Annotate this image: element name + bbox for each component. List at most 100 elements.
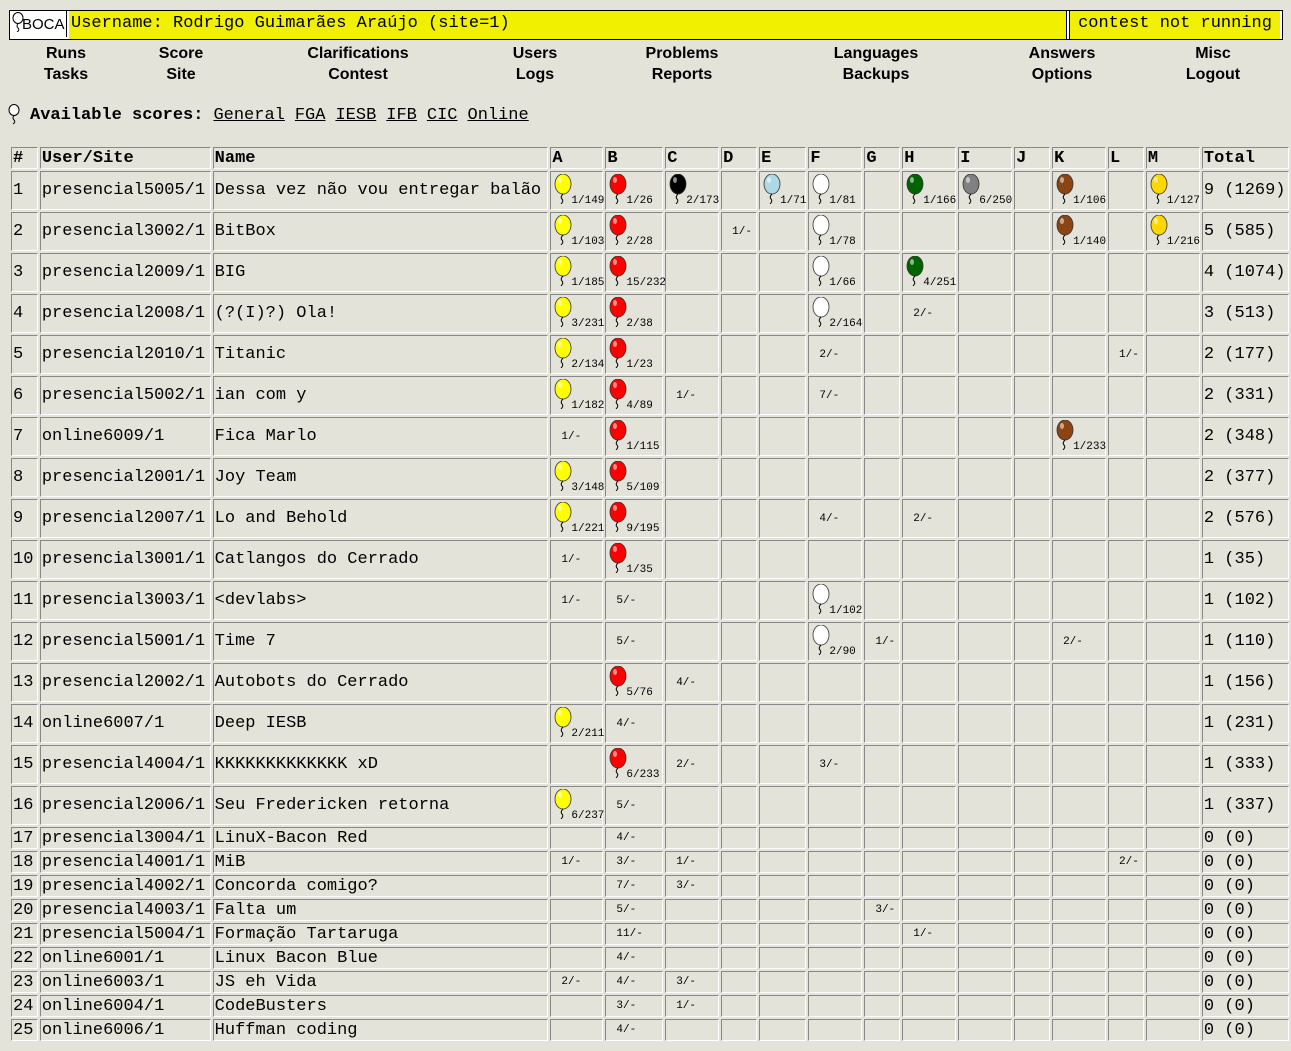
problem-score: 1/35 bbox=[626, 564, 653, 576]
problem-cell-g bbox=[864, 995, 901, 1017]
problem-cell-l bbox=[1108, 171, 1144, 210]
problem-cell-f: 1/102 bbox=[808, 581, 862, 620]
problem-cell-m bbox=[1145, 851, 1200, 873]
problem-score: 2/- bbox=[561, 976, 582, 988]
col-header-c[interactable]: C bbox=[665, 147, 720, 169]
menu-link-options[interactable]: Options bbox=[992, 64, 1132, 85]
total-cell: 1 (337) bbox=[1201, 786, 1289, 825]
user-site-cell: online6001/1 bbox=[39, 947, 211, 969]
user-site-cell: presencial4002/1 bbox=[39, 875, 211, 897]
problem-score: 15/232 bbox=[626, 277, 667, 289]
menu-link-backups[interactable]: Backups bbox=[806, 64, 946, 85]
problem-cell-a bbox=[550, 875, 604, 897]
balloon-icon bbox=[906, 256, 924, 286]
problem-score: 4/- bbox=[616, 976, 637, 988]
balloon-icon bbox=[554, 256, 572, 286]
available-scores: Available scores: General FGA IESB IFB CIC On… bbox=[8, 104, 529, 126]
col-header-e[interactable]: E bbox=[759, 147, 807, 169]
top-bar: BOCA Username: Rodrigo Guimarães Araújo … bbox=[9, 10, 1283, 40]
problem-cell-m bbox=[1145, 971, 1200, 993]
col-header-total[interactable]: Total bbox=[1201, 147, 1289, 169]
problem-cell-e bbox=[759, 923, 807, 945]
contest-status: contest not running bbox=[1069, 11, 1280, 39]
problem-cell-i bbox=[958, 995, 1013, 1017]
problem-cell-l bbox=[1108, 458, 1144, 497]
problem-cell-c bbox=[665, 253, 720, 292]
boca-logo[interactable]: BOCA bbox=[10, 11, 67, 37]
menu-link-contest[interactable]: Contest bbox=[288, 64, 428, 85]
problem-score: 1/23 bbox=[626, 359, 653, 371]
score-link-iesb[interactable]: IESB bbox=[335, 106, 376, 125]
menu-link-score[interactable]: Score bbox=[111, 43, 251, 64]
menu-link-problems[interactable]: Problems bbox=[612, 43, 752, 64]
menu-link-logs[interactable]: Logs bbox=[465, 64, 605, 85]
team-name-cell: <devlabs> bbox=[212, 581, 549, 620]
total-cell: 0 (0) bbox=[1201, 827, 1289, 849]
menu-link-answers[interactable]: Answers bbox=[992, 43, 1132, 64]
total-cell: 2 (348) bbox=[1201, 417, 1289, 456]
problem-score: 5/- bbox=[616, 799, 637, 812]
user-site-cell: presencial5004/1 bbox=[39, 923, 211, 945]
problem-cell-h: 2/- bbox=[902, 499, 957, 538]
problem-cell-j bbox=[1014, 745, 1051, 784]
menu-link-reports[interactable]: Reports bbox=[612, 64, 752, 85]
problem-score: 2/- bbox=[676, 758, 697, 771]
problem-cell-a: 1/185 bbox=[550, 253, 605, 292]
menu-link-languages[interactable]: Languages bbox=[806, 43, 946, 64]
menu-link-logout[interactable]: Logout bbox=[1143, 64, 1283, 85]
col-header-j[interactable]: J bbox=[1014, 147, 1051, 169]
col-header-g[interactable]: G bbox=[864, 147, 901, 169]
balloon-icon bbox=[554, 338, 572, 368]
problem-cell-e bbox=[759, 499, 807, 538]
problem-score: 1/185 bbox=[571, 277, 605, 289]
col-header-name[interactable]: Name bbox=[212, 147, 549, 169]
menu-link-misc[interactable]: Misc bbox=[1143, 43, 1283, 64]
col-header-l[interactable]: L bbox=[1108, 147, 1144, 169]
col-header-m[interactable]: M bbox=[1145, 147, 1200, 169]
problem-cell-g: 3/- bbox=[864, 899, 901, 921]
problem-cell-l bbox=[1108, 827, 1144, 849]
col-header-d[interactable]: D bbox=[721, 147, 758, 169]
score-link-ifb[interactable]: IFB bbox=[386, 106, 417, 125]
menu-link-clarifications[interactable]: Clarifications bbox=[288, 43, 428, 64]
problem-cell-m bbox=[1145, 540, 1200, 579]
col-header-b[interactable]: B bbox=[605, 147, 664, 169]
problem-cell-h bbox=[902, 458, 957, 497]
menu-link-users[interactable]: Users bbox=[465, 43, 605, 64]
menu-link-site[interactable]: Site bbox=[111, 64, 251, 85]
menu-column: Problems Reports bbox=[612, 43, 752, 85]
col-header-k[interactable]: K bbox=[1052, 147, 1107, 169]
col-header-f[interactable]: F bbox=[808, 147, 863, 169]
problem-score: 2/- bbox=[913, 307, 934, 320]
problem-cell-k bbox=[1052, 995, 1107, 1017]
score-link-general[interactable]: General bbox=[213, 106, 284, 125]
score-link-fga[interactable]: FGA bbox=[295, 106, 326, 125]
problem-cell-m bbox=[1145, 899, 1200, 921]
problem-cell-j bbox=[1014, 335, 1051, 374]
table-row: 21 presencial5004/1 Formação Tartaruga 11/-… bbox=[11, 923, 1289, 945]
problem-cell-h: 2/- bbox=[902, 294, 957, 333]
problem-cell-d bbox=[721, 540, 758, 579]
score-link-cic[interactable]: CIC bbox=[427, 106, 458, 125]
col-header-rank[interactable]: # bbox=[11, 147, 38, 169]
table-row: 22 online6001/1 Linux Bacon Blue 4/- 0 (0) bbox=[11, 947, 1289, 969]
table-row: 4 presencial2008/1 (?(I)?) Ola! 3/231 2/38 2/… bbox=[11, 294, 1289, 333]
problem-score: 1/26 bbox=[626, 195, 653, 207]
problem-cell-l: 1/- bbox=[1108, 335, 1144, 374]
problem-cell-g bbox=[864, 875, 901, 897]
problem-cell-j bbox=[1014, 294, 1051, 333]
col-header-h[interactable]: H bbox=[902, 147, 957, 169]
problem-cell-e bbox=[759, 458, 807, 497]
score-link-online[interactable]: Online bbox=[468, 106, 529, 125]
team-name-cell: Falta um bbox=[212, 899, 549, 921]
col-header-i[interactable]: I bbox=[958, 147, 1013, 169]
problem-score: 1/127 bbox=[1166, 195, 1200, 207]
col-header-a[interactable]: A bbox=[550, 147, 604, 169]
rank-cell: 17 bbox=[11, 827, 38, 849]
problem-cell-b: 5/- bbox=[605, 622, 664, 661]
problem-cell-e bbox=[759, 827, 807, 849]
balloon-icon bbox=[610, 215, 627, 245]
col-header-user-site[interactable]: User/Site bbox=[39, 147, 211, 169]
problem-score: 1/233 bbox=[1073, 441, 1107, 453]
problem-cell-m bbox=[1145, 947, 1200, 969]
